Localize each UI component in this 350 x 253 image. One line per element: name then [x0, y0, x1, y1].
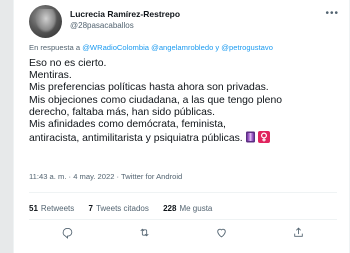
share-icon[interactable]	[292, 226, 305, 244]
quotes-label: Tweets citados	[95, 204, 149, 213]
retweets-stat[interactable]: 51 Retweets	[29, 204, 74, 213]
tweet-line: Mis afinidades como demócrata, feminista…	[29, 119, 226, 131]
like-icon[interactable]	[215, 226, 228, 244]
tweet-line: Mentiras.	[29, 70, 72, 82]
divider	[29, 192, 337, 193]
avatar[interactable]	[29, 5, 62, 38]
female-sign-emoji	[257, 131, 270, 147]
divider	[29, 219, 337, 220]
tweet-line: Mis preferencias políticas hasta ahora s…	[29, 82, 269, 94]
tweet-line: antiracista, antimilitarista y psiquiatr…	[29, 133, 243, 145]
more-options-icon[interactable]: •••	[325, 8, 339, 19]
purple-ribbon-emoji	[245, 131, 256, 147]
retweets-count: 51	[29, 204, 38, 213]
retweet-icon[interactable]	[138, 226, 151, 244]
quotes-count: 7	[88, 204, 93, 213]
author-display-name[interactable]: Lucrecia Ramírez-Restrepo	[70, 9, 180, 19]
tweet-date[interactable]: 4 may. 2022	[73, 172, 114, 181]
retweets-label: Retweets	[40, 204, 75, 213]
tweet-text: Eso no es cierto. Mentiras. Mis preferen…	[29, 58, 347, 147]
likes-count: 228	[163, 204, 177, 213]
tweet-source[interactable]: Twitter for Android	[121, 172, 182, 181]
tweet-line: Mis objeciones como ciudadana, a las que…	[29, 94, 283, 106]
tweet-meta: 11:43 a. m. · 4 may. 2022 · Twitter for …	[29, 172, 182, 181]
reply-context: En respuesta a @WRadioColombia @angelamr…	[29, 43, 273, 52]
tweet-card: Lucrecia Ramírez-Restrepo @28pasacaballo…	[13, 0, 350, 253]
tweet-line: Eso no es cierto.	[29, 58, 107, 69]
tweet-time[interactable]: 11:43 a. m.	[29, 172, 66, 181]
quotes-stat[interactable]: 7 Tweets citados	[89, 204, 149, 213]
likes-label: Me gusta	[179, 204, 213, 213]
action-bar	[29, 226, 337, 244]
author-handle[interactable]: @28pasacaballos	[70, 21, 134, 30]
reply-prefix: En respuesta a	[29, 43, 81, 52]
tweet-line: derecho, faltaba más, han sido públicas.	[29, 106, 215, 118]
reply-mentions[interactable]: @WRadioColombia @angelamrobledo y @petro…	[82, 43, 273, 52]
reply-icon[interactable]	[61, 226, 74, 244]
likes-stat[interactable]: 228 Me gusta	[163, 204, 212, 213]
tweet-stats: 51 Retweets 7 Tweets citados 228 Me gusta	[29, 204, 224, 213]
tweet-line-last: antiracista, antimilitarista y psiquiatr…	[29, 131, 347, 147]
